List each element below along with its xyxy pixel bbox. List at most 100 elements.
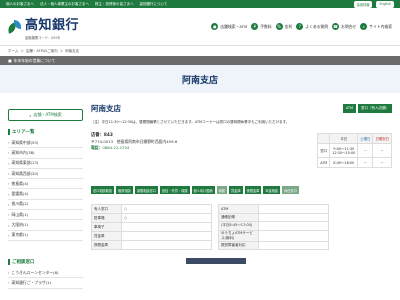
branch-photo [186,258,246,264]
facility-value [121,231,212,241]
facility-value: ○ [121,213,212,223]
counter-badge: 窓口（有人店舗） [358,104,392,113]
nav-fees[interactable]: ¥ 手数料 [251,23,272,30]
service-tag: 保険相談窓口 [134,186,158,194]
sidebar-item-okayama[interactable]: 岡山県(1) [8,210,83,221]
service-tags: 窓口相談取扱 融資相談 保険相談窓口 投信・外貨・保険 個人向け国債 両替 貸金… [91,186,392,194]
service-tag: 両替 [216,186,227,194]
sidebar-item-kochi-east[interactable]: 高知県東部(13) [8,159,83,169]
service-tag: 個人向け国債 [191,186,215,194]
nav-label: 店舗検索・ATM [220,23,248,29]
topnav-about[interactable]: 高知銀行について [140,2,168,7]
facility-key: 貸金庫 [91,231,122,241]
alert-icon: ■ [8,58,12,63]
breadcrumb-home[interactable]: ホーム [8,49,18,54]
nav-label: サイト内検索 [369,23,392,29]
breadcrumb: ホーム＞ 店舗・ATMのご案内＞ 阿南支店 [0,46,400,56]
hours-header-blank [317,133,331,144]
sidebar-item-plaza[interactable]: 高知銀行ご・プラザ(1) [8,278,83,289]
money-icon: ¥ [251,23,259,30]
facility-key: ゆうちょATMサービス(無料) [218,229,259,242]
topnav-investors[interactable]: 株主・投資家の皆さまへ [95,2,134,7]
page-title: 阿南支店 [0,65,400,93]
phone-icon: ☎ [332,23,340,30]
service-tag: 夜間金庫 [244,186,262,194]
nav-site-search[interactable]: ⌕ サイト内検索 [360,23,392,30]
breadcrumb-branches[interactable]: 店舗・ATMのご案内 [26,49,58,54]
guide-list: こうぎんローンセンター(6) 高知銀行ご・プラザ(1) [8,268,83,289]
nav-contact[interactable]: ☎ お問合せ [332,23,356,30]
sidebar-item-kagawa[interactable]: 香川県(2) [8,200,83,211]
service-tag: 休日窓口 [282,186,299,194]
sidebar-item-osaka[interactable]: 大阪府(1) [8,220,83,231]
branch-search-button[interactable]: ⌕ 店舗・ATM検索 [8,109,83,121]
content-area: ⌕ 店舗・ATM検索 エリア一覧 高知県中部(53) 高知市内(38) 高知県東… [0,93,400,289]
recruit-link[interactable]: 採用情報 [353,0,373,8]
search-icon: ⌕ [29,112,32,118]
facility-key: 有人窓口 [91,204,122,214]
site-header: 高知銀行 金融機関コード：0578 ● 店舗検索・ATM ¥ 手数料 % 金利 ? よく… [0,8,400,46]
bank-name: 高知銀行 [25,17,80,33]
facility-value: ○ [121,204,212,214]
topbar-right: 採用情報 English [353,0,394,8]
sidebar-item-kochi-city[interactable]: 高知市内(38) [8,148,83,159]
hours-header-sunday: 日曜祝日 [372,133,392,144]
sidebar-item-tokushima[interactable]: 徳島県(4) [8,179,83,190]
top-bar: 個人のお客さまへ 法人・個人事業主のお客さまへ 株主・投資家の皆さまへ 高知銀行… [0,0,400,8]
facility-key: 駐車場 [91,213,122,223]
bank-logo[interactable]: 高知銀行 金融機関コード：0578 [7,14,80,40]
hours-cell: － [357,143,374,158]
branch-name: 阿南支店 [91,104,121,113]
topnav-personal[interactable]: 個人のお客さまへ [6,2,34,7]
branch-info: 店番：843 〒774-0013 徳島県阿南市日開野町西居内459-6 電話：0… [91,133,311,168]
notice-bar[interactable]: ■ 年末年始の営業について [0,56,400,65]
breadcrumb-current: 阿南支店 [65,48,80,53]
hours-cell: － [357,157,374,168]
branch-badges: ATM 窓口（有人店舗） [342,104,392,113]
hours-header-weekday: 平日 [329,133,359,144]
topnav-business[interactable]: 法人・個人事業主のお客さまへ [40,2,89,7]
service-tag: 融資相談 [116,186,133,194]
hours-row-label: ATM [317,157,331,168]
nav-label: お問合せ [341,23,357,29]
hours-header-saturday: 土曜日 [357,133,374,144]
facility-value [121,222,212,232]
nav-branch-search[interactable]: ● 店舗検索・ATM [211,23,247,30]
facility-key: 視覚障害者対応 [218,240,259,250]
tel-label: 電話： [91,145,103,150]
facility-key: ATM [218,204,259,214]
hours-cell: 8:45～18:00 [329,157,359,168]
sidebar-item-kochi-central[interactable]: 高知県中部(53) [8,138,83,149]
facility-value [258,212,329,222]
sidebar-item-kochi-west[interactable]: 高知県西部(20) [8,169,83,180]
facility-key: (平日8:45～17:00) [218,221,259,231]
notice-text: 年末年始の営業について [13,57,56,63]
nav-label: 手数料 [260,23,272,29]
bank-code: 金融機関コード：0578 [25,35,60,40]
branch-detail: 阿南支店 ATM 窓口（有人店舗） （注）平日11:30～12:30は、昼間閉鎖… [91,103,392,289]
facility-value [258,240,329,250]
nav-label: よくある質問 [305,23,329,29]
hours-cell: － [372,157,392,168]
facility-value [258,204,329,214]
breadcrumb-separator: ＞ [59,48,64,53]
pin-icon: ● [211,23,219,30]
question-icon: ? [296,23,304,30]
english-link[interactable]: English [376,0,394,8]
sidebar-item-loan-center[interactable]: こうぎんローンセンター(6) [8,268,83,279]
facility-key: 夜間金庫 [91,240,122,250]
nav-faq[interactable]: ? よくある質問 [296,23,328,30]
hours-cell: 9:00～11:30 12:30～15:00 [329,143,359,158]
sidebar-item-ehime[interactable]: 愛媛県(4) [8,189,83,200]
sidebar-item-tokyo[interactable]: 東京都(1) [8,231,83,241]
hours-row-label: 窓口 [317,143,331,158]
branch-search-label: 店舗・ATM検索 [33,112,62,117]
service-tag: 貸金庫 [229,186,243,194]
hours-cell: － [372,143,392,158]
facility-value [258,221,329,231]
leaf-logo-icon [7,19,22,34]
tel-link[interactable]: 0884-22-2704 [102,145,129,150]
nav-rates[interactable]: % 金利 [275,23,293,30]
percent-icon: % [275,23,283,30]
nav-label: 金利 [284,23,293,29]
